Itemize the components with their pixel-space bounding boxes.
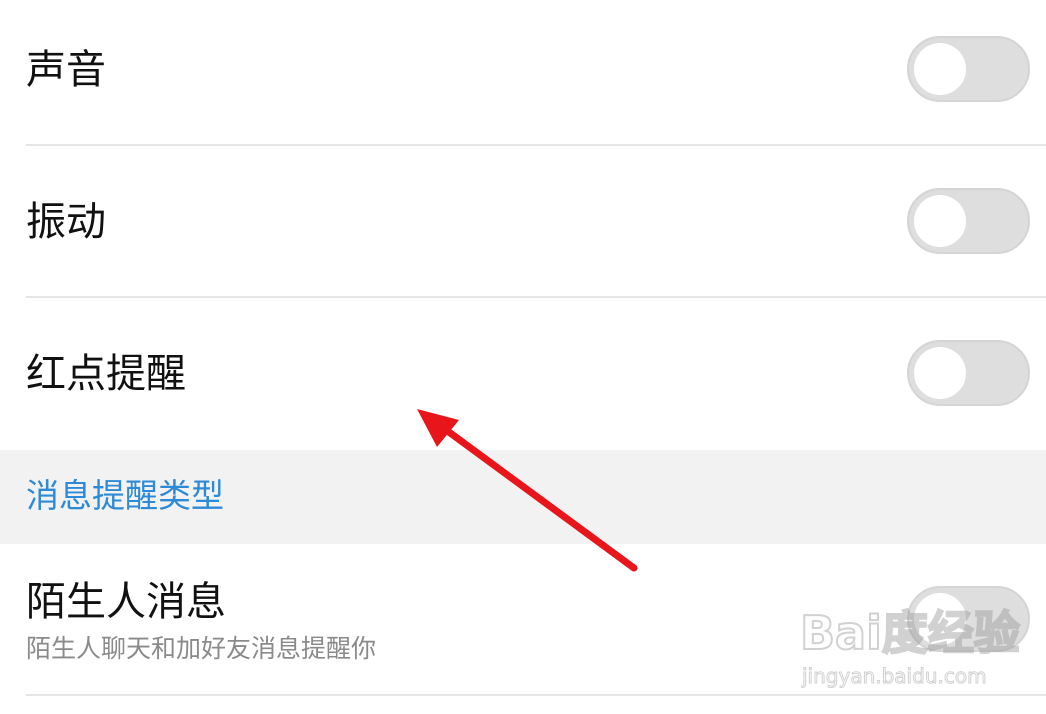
- stranger-messages-label: 陌生人消息: [26, 579, 226, 625]
- sound-label: 声音: [26, 47, 106, 93]
- sound-toggle[interactable]: [907, 36, 1030, 102]
- watermark-logo-text: Bai度经验: [799, 606, 1021, 660]
- vibration-toggle[interactable]: [907, 188, 1030, 254]
- toggle-knob: [914, 195, 966, 247]
- settings-row-sound[interactable]: 声音: [0, 0, 1046, 146]
- watermark-url: jingyan.baidu.com: [802, 664, 988, 688]
- settings-row-red-dot[interactable]: 红点提醒: [0, 298, 1046, 450]
- toggle-knob: [914, 347, 966, 399]
- toggle-knob: [914, 43, 966, 95]
- section-header: 消息提醒类型: [0, 450, 1046, 544]
- red-dot-toggle[interactable]: [907, 340, 1030, 406]
- baidu-jingyan-watermark: Bai度经验 jingyan.baidu.com: [799, 600, 1021, 700]
- notification-settings-page: 声音 振动 红点提醒 消息提醒类型 陌生人消息 陌生人聊天和加好友消息提醒你 B…: [0, 0, 1046, 714]
- settings-row-vibration[interactable]: 振动: [0, 146, 1046, 298]
- stranger-messages-description: 陌生人聊天和加好友消息提醒你: [26, 634, 377, 663]
- section-title: 消息提醒类型: [26, 476, 224, 515]
- vibration-label: 振动: [26, 199, 106, 245]
- red-dot-label: 红点提醒: [26, 351, 186, 397]
